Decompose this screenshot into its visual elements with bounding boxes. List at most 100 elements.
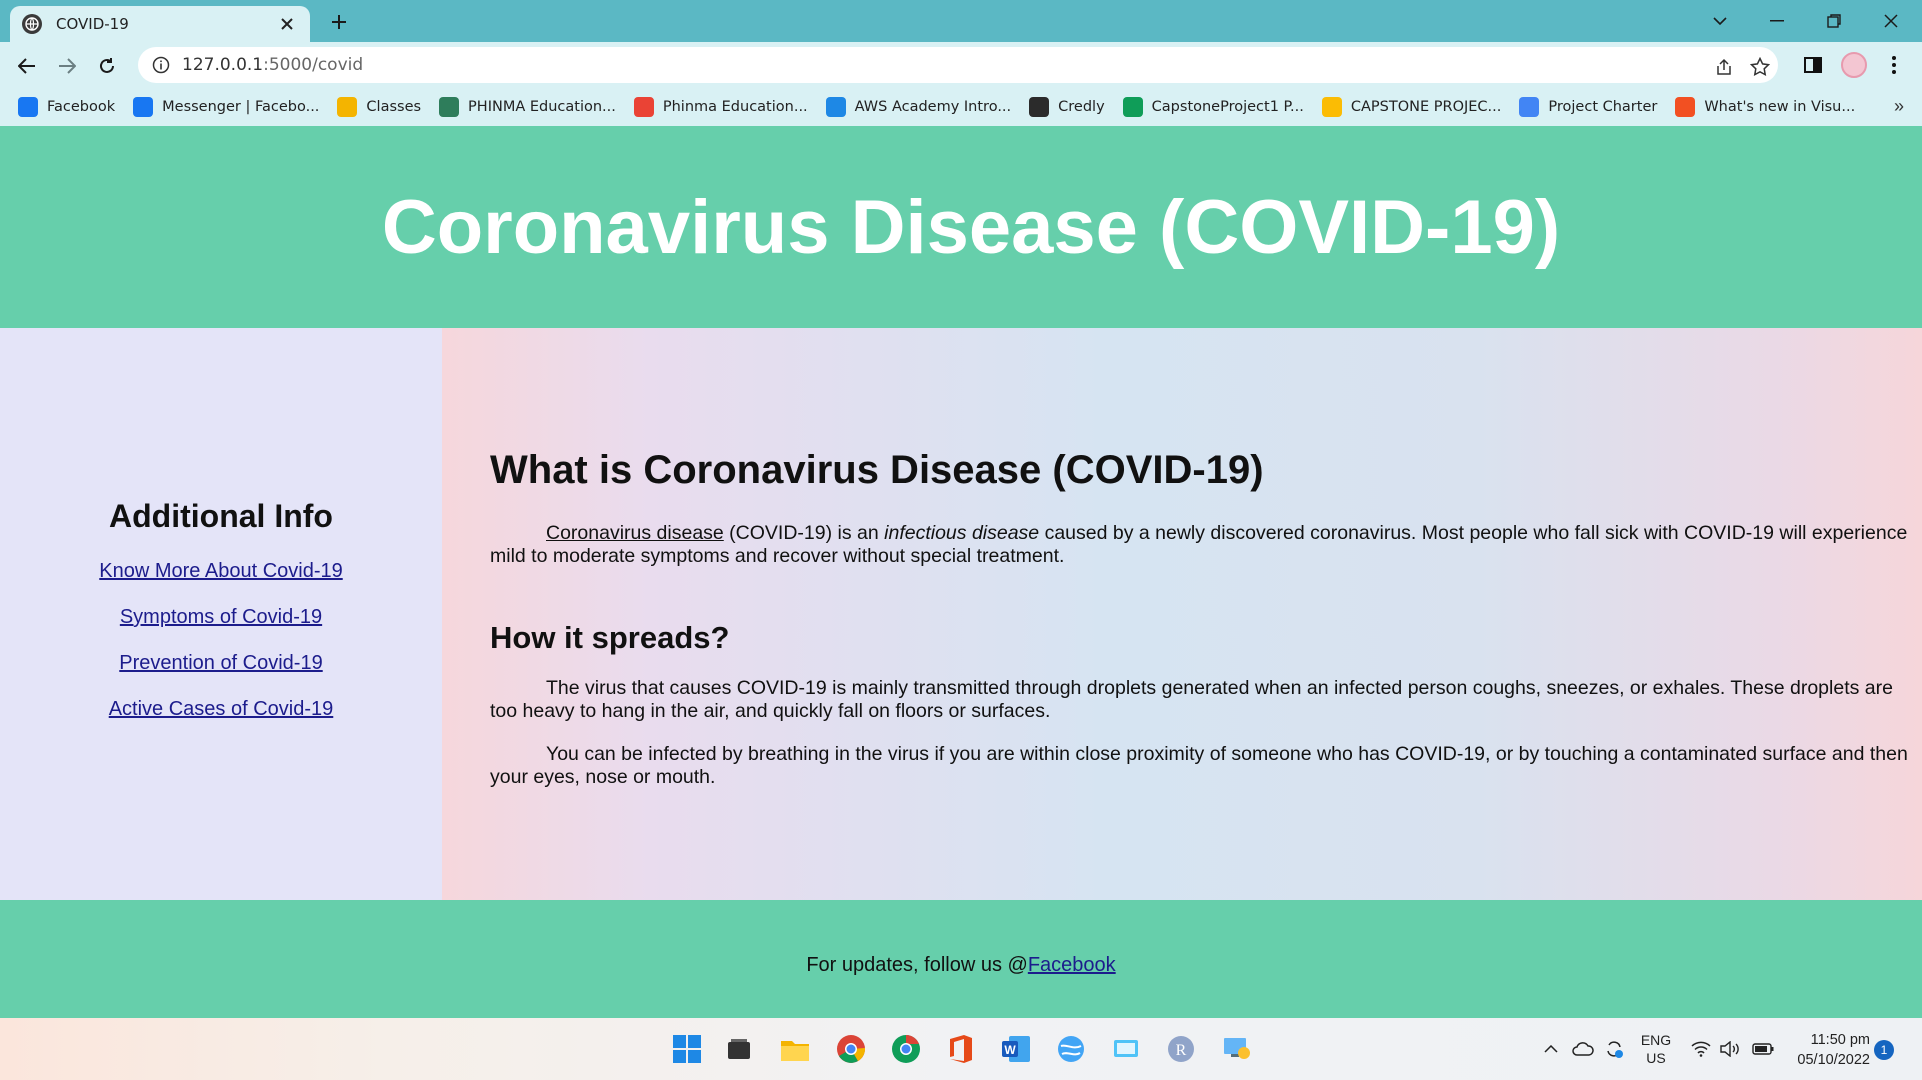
profile-avatar[interactable] — [1840, 51, 1868, 79]
bookmark-item[interactable]: CAPSTONE PROJEC... — [1321, 97, 1502, 117]
close-icon[interactable] — [276, 13, 298, 35]
tab-title: COVID-19 — [56, 15, 129, 33]
r-app-icon[interactable]: R — [1164, 1032, 1198, 1066]
sidebar-link-symptoms[interactable]: Symptoms of Covid-19 — [0, 606, 442, 629]
intro-mid-text: (COVID-19) is an — [723, 522, 885, 544]
bookmark-label: Messenger | Facebo... — [162, 99, 320, 115]
language-indicator[interactable]: ENG US — [1636, 1018, 1676, 1080]
chevron-up-icon[interactable] — [1540, 1018, 1562, 1080]
svg-text:W: W — [1004, 1043, 1016, 1057]
network-app-icon[interactable] — [1054, 1032, 1088, 1066]
close-window-button[interactable] — [1871, 6, 1911, 36]
bookmark-item[interactable]: AWS Academy Intro... — [825, 97, 1012, 117]
lang-bottom: US — [1646, 1050, 1666, 1066]
bookmark-item[interactable]: Project Charter — [1519, 97, 1657, 117]
facebook-link[interactable]: Facebook — [1028, 954, 1116, 976]
tab-strip: COVID-19 — [0, 0, 1922, 42]
sidebar-link-prevention[interactable]: Prevention of Covid-19 — [0, 652, 442, 675]
footer-label: For updates, follow us @ — [806, 953, 1028, 976]
address-bar[interactable]: 127.0.0.1:5000/covid — [138, 47, 1778, 83]
sidebar-link-know-more[interactable]: Know More About Covid-19 — [0, 560, 442, 583]
wifi-icon[interactable] — [1688, 1018, 1714, 1080]
bookmark-label: CAPSTONE PROJEC... — [1350, 99, 1502, 115]
intro-paragraph: Coronavirus disease (COVID-19) is an inf… — [490, 522, 1910, 568]
bookmark-item[interactable]: Facebook — [18, 97, 115, 117]
restore-button[interactable] — [1814, 6, 1854, 36]
bookmark-item[interactable]: Phinma Education... — [633, 97, 808, 117]
spread-paragraph-1: The virus that causes COVID-19 is mainly… — [490, 677, 1893, 722]
bookmark-label: Credly — [1058, 99, 1105, 115]
drive-icon — [1321, 97, 1342, 117]
url-text: 127.0.0.1:5000/covid — [182, 55, 363, 75]
bookmark-label: Project Charter — [1548, 99, 1658, 115]
minimize-button[interactable] — [1757, 6, 1797, 36]
notification-badge[interactable]: 1 — [1874, 1040, 1894, 1060]
chrome-profile-icon[interactable] — [889, 1032, 923, 1066]
info-icon[interactable] — [152, 56, 170, 74]
credly-icon — [1029, 97, 1050, 117]
share-icon[interactable] — [1712, 55, 1736, 79]
bookmark-label: PHINMA Education... — [468, 99, 616, 115]
cloud-icon — [825, 97, 846, 117]
bookmark-item[interactable]: What's new in Visu... — [1675, 97, 1855, 117]
office-icon[interactable] — [944, 1032, 978, 1066]
system-clock[interactable]: 11:50 pm 05/10/2022 — [1790, 1030, 1870, 1070]
url-path: :5000/covid — [263, 55, 364, 75]
onedrive-icon[interactable] — [1570, 1018, 1596, 1080]
bookmark-label: Facebook — [47, 99, 116, 115]
desktop-app-icon[interactable] — [1109, 1032, 1143, 1066]
task-view-icon[interactable] — [722, 1032, 756, 1066]
bookmark-item[interactable]: CapstoneProject1 P... — [1122, 97, 1304, 117]
battery-icon[interactable] — [1750, 1018, 1776, 1080]
file-explorer-icon[interactable] — [778, 1032, 812, 1066]
os-taskbar: W R ENG US 11:50 pm 05/10/2022 1 — [0, 1018, 1922, 1080]
sidebar-link-active-cases[interactable]: Active Cases of Covid-19 — [0, 698, 442, 721]
sync-icon[interactable] — [1601, 1018, 1627, 1080]
spread-heading: How it spreads? — [490, 620, 730, 655]
reload-button[interactable] — [91, 50, 123, 82]
windows-start-icon[interactable] — [670, 1032, 704, 1066]
sidebar-heading: Additional Info — [109, 498, 333, 534]
gmail-icon — [633, 97, 654, 117]
word-icon[interactable]: W — [999, 1032, 1033, 1066]
page-footer: For updates, follow us @Facebook — [0, 900, 1922, 1018]
page-title: Coronavirus Disease (COVID-19) — [381, 184, 1561, 270]
side-panel-icon[interactable] — [1799, 51, 1827, 79]
browser-menu-icon[interactable] — [1880, 51, 1908, 79]
web-page: Coronavirus Disease (COVID-19) Additiona… — [0, 126, 1922, 1018]
volume-icon[interactable] — [1718, 1018, 1744, 1080]
globe-icon — [439, 97, 460, 117]
bookmark-star-icon[interactable] — [1748, 55, 1772, 79]
new-tab-button[interactable] — [326, 9, 352, 35]
globe-icon — [22, 14, 42, 34]
footer-text: For updates, follow us @Facebook — [806, 954, 1115, 977]
remote-desktop-icon[interactable] — [1220, 1032, 1254, 1066]
tab-search-icon[interactable] — [1700, 6, 1740, 36]
microsoft-icon — [1675, 97, 1696, 117]
clock-time: 11:50 pm — [1810, 1032, 1870, 1048]
classroom-icon — [337, 97, 358, 117]
svg-text:R: R — [1176, 1042, 1187, 1059]
page-header: Coronavirus Disease (COVID-19) — [0, 126, 1922, 328]
bookmark-item[interactable]: Classes — [337, 97, 421, 117]
bookmark-label: AWS Academy Intro... — [854, 99, 1012, 115]
back-button[interactable] — [11, 50, 43, 82]
intro-emphasis: infectious disease — [884, 522, 1040, 544]
bookmark-item[interactable]: Messenger | Facebo... — [133, 97, 319, 117]
bookmark-label: Classes — [366, 99, 422, 115]
bookmark-item[interactable]: Credly — [1029, 97, 1105, 117]
forward-button[interactable] — [51, 50, 83, 82]
bookmark-label: Phinma Education... — [662, 99, 808, 115]
clock-date: 05/10/2022 — [1797, 1052, 1870, 1068]
coronavirus-disease-link[interactable]: Coronavirus disease — [546, 522, 724, 544]
bookmark-label: CapstoneProject1 P... — [1151, 99, 1304, 115]
spread-paragraph-2: You can be infected by breathing in the … — [490, 743, 1908, 788]
browser-tab[interactable]: COVID-19 — [10, 6, 310, 42]
bookmark-item[interactable]: PHINMA Education... — [439, 97, 616, 117]
sheets-icon — [1122, 97, 1143, 117]
main-heading: What is Coronavirus Disease (COVID-19) — [490, 448, 1264, 492]
chrome-icon[interactable] — [834, 1032, 868, 1066]
contacts-icon — [1519, 97, 1540, 117]
more-bookmarks-icon[interactable]: » — [1894, 96, 1904, 117]
bookmark-label: What's new in Visu... — [1704, 99, 1856, 115]
